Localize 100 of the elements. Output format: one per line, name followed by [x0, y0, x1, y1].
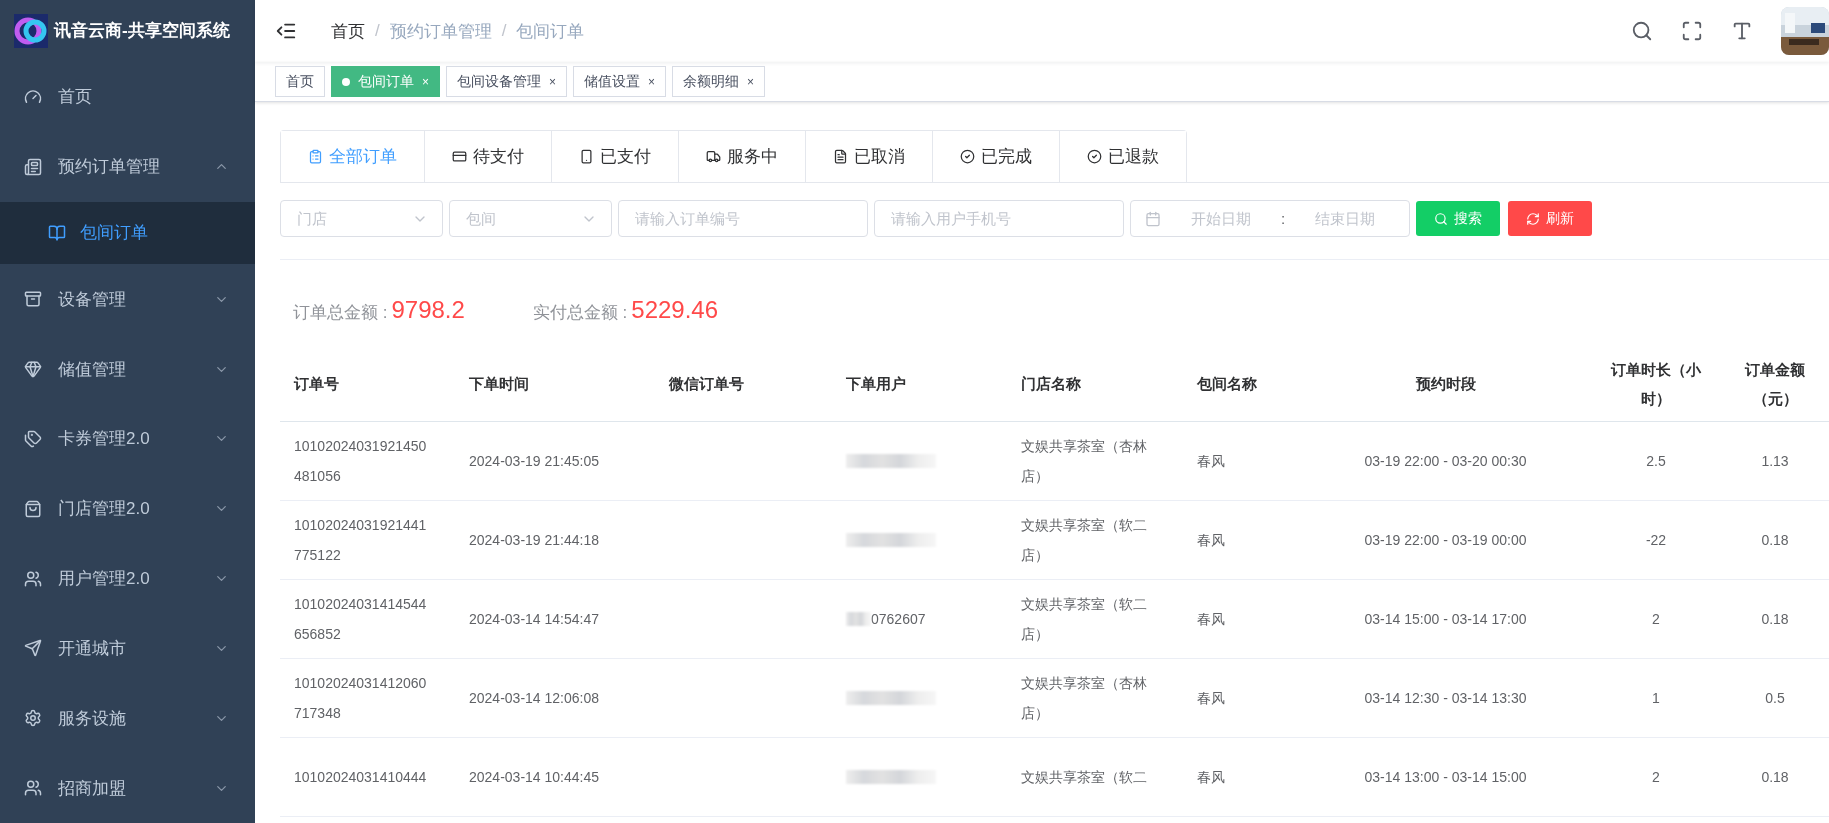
redacted-text [846, 612, 871, 626]
card-icon [452, 149, 467, 164]
breadcrumb-text: 预约订单管理 [389, 20, 492, 43]
sidebar-item[interactable]: 设备管理 [0, 264, 255, 335]
page-tag[interactable]: 首页 [275, 66, 325, 97]
sidebar-item[interactable]: 预约订单管理 [0, 131, 255, 202]
table-cell-text: 文娱共享茶室（软二店） [1021, 595, 1148, 644]
breadcrumb-separator: / [375, 21, 380, 41]
document-icon [24, 157, 42, 176]
sidebar-item[interactable]: 用户管理2.0 [0, 543, 255, 614]
summary-value: 9798.2 [391, 296, 465, 324]
close-icon[interactable]: × [549, 74, 557, 89]
check-circle-icon [1087, 149, 1102, 164]
truck-icon [706, 149, 721, 164]
bag-icon [24, 499, 42, 518]
users-icon [24, 779, 42, 798]
column-header: 下单时间 [469, 374, 529, 394]
table-cell-text: 03-14 12:30 - 03-14 13:30 [1364, 689, 1527, 708]
summary-label: 订单总金额 : [293, 302, 388, 324]
table-cell-text: 文娱共享茶室（杏林店） [1021, 437, 1148, 486]
sidebar-item[interactable]: 储值管理 [0, 334, 255, 404]
column-header: 订单时长（小时） [1609, 359, 1702, 409]
sidebar-item[interactable]: 开通城市 [0, 613, 255, 684]
sidebar-subitem[interactable]: 包间订单 [0, 201, 255, 265]
breadcrumb-link[interactable]: 首页 [331, 19, 365, 43]
page-tag[interactable]: 余额明细 × [672, 66, 766, 97]
close-icon[interactable]: × [648, 74, 656, 89]
close-icon[interactable]: × [747, 74, 755, 89]
column-header: 订单金额（元） [1743, 359, 1806, 409]
table-cell-text: 2 [1652, 768, 1660, 787]
table-cell-text: 03-19 22:00 - 03-20 00:30 [1364, 452, 1527, 471]
table-cell-text: 2.5 [1646, 452, 1666, 471]
document-icon [833, 149, 848, 164]
table-cell-text: 春风 [1197, 689, 1225, 708]
tag-icon [24, 429, 42, 448]
table-cell-text: 10102024031921441775122 [294, 516, 428, 565]
search-icon [1434, 211, 1448, 226]
table-cell-text: 2024-03-14 14:54:47 [469, 610, 599, 629]
summary-label: 实付总金额 : [532, 302, 628, 324]
table-cell-text: 2024-03-19 21:44:18 [469, 531, 599, 550]
table-cell-text: 文娱共享茶室（软二店） [1021, 516, 1148, 565]
logo-icon [14, 13, 48, 48]
sidebar-item[interactable]: 卡券管理2.0 [0, 404, 255, 474]
table-cell-text: -22 [1645, 531, 1667, 550]
status-tab[interactable]: 已退款 [1059, 131, 1186, 182]
column-header: 订单号 [294, 374, 339, 394]
page-tag[interactable]: 储值设置 × [573, 66, 667, 97]
summary-value: 5229.46 [631, 296, 719, 324]
table-cell-text: 03-14 13:00 - 03-14 15:00 [1364, 768, 1527, 787]
search-icon[interactable] [1631, 20, 1653, 42]
table-cell-text: 春风 [1197, 531, 1225, 550]
sidebar-item[interactable]: 服务设施 [0, 683, 255, 754]
phone-field[interactable]: 请输入用户手机号 [874, 200, 1124, 237]
users-icon [24, 569, 42, 588]
table-cell-text: 0.18 [1761, 610, 1789, 629]
fullscreen-icon[interactable] [1681, 20, 1703, 42]
table-cell-text: 1.13 [1761, 452, 1789, 471]
dot-icon [342, 77, 350, 86]
table-cell-text: 春风 [1197, 452, 1225, 471]
app-title: 讯音云商-共享空间系统 [54, 20, 230, 43]
clipboard-icon [308, 149, 323, 164]
table-cell-text: 0.5 [1765, 689, 1785, 708]
table-cell-text: 03-14 15:00 - 03-14 17:00 [1364, 610, 1527, 629]
table-cell-text: 1 [1652, 689, 1660, 708]
page-tag[interactable]: 包间设备管理 × [446, 66, 568, 97]
order-number-field[interactable]: 请输入订单编号 [618, 200, 868, 237]
store-select[interactable]: 门店 [280, 200, 443, 237]
column-header: 包间名称 [1197, 374, 1257, 394]
column-header: 门店名称 [1021, 374, 1081, 394]
column-header: 下单用户 [846, 374, 906, 394]
refresh-button[interactable]: 刷新 [1508, 201, 1592, 236]
breadcrumb-text: 包间订单 [516, 20, 585, 43]
gem-icon [24, 360, 42, 379]
table-cell-text: 10102024031410444 [294, 768, 427, 787]
column-header: 微信订单号 [669, 374, 744, 394]
sidebar-item[interactable]: 门店管理2.0 [0, 473, 255, 544]
breadcrumb-separator: / [501, 21, 507, 41]
font-size-icon[interactable] [1731, 20, 1753, 42]
table-cell-text: 0762607 [871, 610, 926, 629]
table-cell-text: 2024-03-19 21:45:05 [469, 452, 599, 471]
table-cell-text: 10102024031921450481056 [294, 437, 428, 486]
paper-plane-icon [24, 639, 42, 658]
range-separator: : [1280, 210, 1286, 227]
table-cell-text: 2 [1652, 610, 1660, 629]
check-circle-icon [960, 149, 975, 164]
book-icon [48, 223, 66, 242]
table-cell-text: 2024-03-14 12:06:08 [469, 689, 599, 708]
room-select[interactable]: 包间 [449, 200, 612, 237]
column-header: 预约时段 [1415, 374, 1476, 394]
table-cell-text: 0.18 [1761, 768, 1789, 787]
sidebar-item[interactable]: 首页 [0, 61, 255, 132]
table-cell-text: 春风 [1197, 610, 1225, 629]
sidebar-item[interactable]: 招商加盟 [0, 753, 255, 823]
table-cell-text: 10102024031412060717348 [294, 674, 428, 723]
table-cell-text: 10102024031414544656852 [294, 595, 428, 644]
box-icon [24, 290, 42, 309]
table-cell-text: 文娱共享茶室（杏林店） [1021, 674, 1148, 723]
phone-icon [579, 149, 594, 164]
table-cell-text: 春风 [1197, 768, 1225, 787]
table-cell-text: 03-19 22:00 - 03-19 00:00 [1364, 531, 1527, 550]
